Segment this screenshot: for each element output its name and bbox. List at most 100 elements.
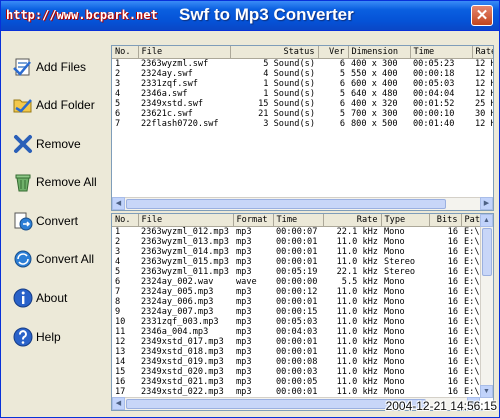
table-row[interactable]: 6 2324ay_002.wav wave 00:00:00 5.5 kHz Mono 16… [112,276,493,287]
table-cell: 15 Sound(s) [258,98,315,109]
table-cell: 16 [447,296,458,307]
scroll-down-button[interactable]: ▼ [480,385,493,398]
column-header[interactable]: Format [233,214,274,227]
scroll-left-button[interactable]: ◀ [112,197,125,210]
table-cell: 16 [447,276,458,287]
column-header[interactable]: No. [112,214,139,227]
table-cell: Mono [384,326,405,337]
table-cell: 00:00:05 [276,376,318,387]
table-cell: 2363wyzml_012.mp3 [141,226,229,237]
table-row[interactable]: 1 2363wyzml_012.mp3 mp3 00:00:07 22.1 kHz Mon… [112,226,493,237]
table-cell: 6 [339,58,345,69]
column-header[interactable]: Time [410,46,473,59]
scroll-left-button[interactable]: ◀ [112,397,125,410]
table-cell: 00:00:12 [276,286,318,297]
table-cell: Mono [384,236,405,247]
scroll-right-button[interactable]: ▶ [480,197,493,210]
scroll-up-button[interactable]: ▲ [480,214,493,227]
convert-button[interactable]: Convert [3,205,105,237]
swf-file-list[interactable]: No.FileStatusVerDimensionTimeRate 1 2363w… [111,45,494,211]
table-row[interactable]: 9 2324ay_007.mp3 mp3 00:00:15 11.0 kHz Mono 16… [112,307,493,317]
table-row[interactable]: 3 2363wyzml_014.mp3 mp3 00:00:01 11.0 kHz Mon… [112,247,493,257]
table-cell: 2324ay_006.mp3 [141,296,214,307]
table-cell: 12 Hz [475,118,493,129]
column-header[interactable]: Dimension [348,46,411,59]
table-cell: mp3 [236,326,252,337]
table-cell: 16 [447,366,458,377]
table-cell: 16 [447,266,458,277]
table-cell: mp3 [236,356,252,367]
column-header[interactable]: File [138,46,231,59]
table-row[interactable]: 14 2349xstd_019.mp3 mp3 00:00:08 11.0 kHz Mon… [112,356,493,367]
column-header[interactable]: Rate [472,46,493,59]
table-cell: Mono [384,336,405,347]
table-row[interactable]: 1 2363wyzml.swf 5 Sound(s) 6 400 x 300 00:05:… [112,58,493,69]
help-button[interactable]: Help [3,321,105,353]
table-cell: 2363wyzml_011.mp3 [141,266,229,277]
table-cell: 6 [339,118,345,129]
table-cell: Mono [384,386,405,397]
table-row[interactable]: 11 2346a_004.mp3 mp3 00:04:03 11.0 kHz Mono 16… [112,326,493,337]
table-cell: 2349xstd_018.mp3 [141,346,224,357]
column-header[interactable]: Status [230,46,319,59]
table-cell: 6 [339,78,345,89]
table-row[interactable]: 4 2363wyzml_015.mp3 mp3 00:00:01 11.0 kHz Ste… [112,256,493,267]
table-row[interactable]: 5 2349xstd.swf 15 Sound(s) 6 400 x 320 00:01:… [112,98,493,109]
table-row[interactable]: 13 2349xstd_018.mp3 mp3 00:00:01 11.0 kHz Mon… [112,346,493,357]
table-cell: 17 [115,386,126,397]
scroll-thumb[interactable] [482,228,492,276]
table-row[interactable]: 2 2363wyzml_013.mp3 mp3 00:00:01 11.0 kHz Mon… [112,236,493,247]
mp3-list-vertical-scrollbar[interactable]: ▲ ▼ [480,214,493,398]
column-header[interactable]: Rate [323,214,382,227]
watermark-url: http://www.bcpark.net [6,8,158,22]
column-header[interactable]: Ver [318,46,349,59]
table-cell: 12 Hz [475,58,493,69]
about-button[interactable]: About [3,282,105,314]
table-row[interactable]: 15 2349xstd_020.mp3 mp3 00:00:03 11.0 kHz Mon… [112,366,493,377]
table-row[interactable]: 4 2346a.swf 1 Sound(s) 5 640 x 480 00:04:04 12… [112,89,493,99]
table-row[interactable]: 2 2324ay.swf 4 Sound(s) 5 550 x 400 00:00:18 1… [112,69,493,79]
table-cell: 22.1 kHz [336,266,378,277]
column-header[interactable]: Bits [429,214,462,227]
table-row[interactable]: 12 2349xstd_017.mp3 mp3 00:00:01 11.0 kHz Mon… [112,336,493,347]
table-row[interactable]: 8 2324ay_006.mp3 mp3 00:00:01 11.0 kHz Mono 16… [112,296,493,307]
table-row[interactable]: 16 2349xstd_021.mp3 mp3 00:00:05 11.0 kHz Mon… [112,376,493,387]
table-cell: 00:01:40 [413,118,455,129]
table-cell: 2349xstd_022.mp3 [141,386,224,397]
table-cell: 700 x 300 [351,108,398,119]
sidebar-item-label: Convert All [36,252,95,266]
title-bar[interactable]: http://www.bcpark.net Swf to Mp3 Convert… [1,1,499,31]
column-header[interactable]: Time [273,214,324,227]
scroll-thumb[interactable] [126,399,426,409]
table-row[interactable]: 6 23621c.swf 21 Sound(s) 5 700 x 300 00:00:10… [112,108,493,119]
swf-list-horizontal-scrollbar[interactable]: ◀ ▶ [112,197,493,210]
table-cell: Mono [384,316,405,327]
table-cell: Mono [384,286,405,297]
convert-all-button[interactable]: Convert All [3,243,105,275]
table-row[interactable]: 17 2349xstd_022.mp3 mp3 00:00:01 11.0 kHz Mon… [112,386,493,397]
table-cell: Mono [384,376,405,387]
table-cell: 400 x 300 [351,58,398,69]
add-files-button[interactable]: Add Files [3,51,105,83]
table-row[interactable]: 7 2324ay_005.mp3 mp3 00:00:12 11.0 kHz Mono 16… [112,286,493,297]
table-cell: 5 [115,98,121,109]
table-cell: 00:00:03 [276,366,318,377]
close-button[interactable]: ✕ [471,5,493,26]
table-row[interactable]: 3 2331zqf.swf 1 Sound(s) 6 600 x 400 00:05:03… [112,78,493,89]
mp3-file-list[interactable]: No. File Format Time Rate Type Bits Path 1 2363w… [111,213,494,411]
sidebar-item-label: Help [36,330,61,344]
table-cell: mp3 [236,256,252,267]
column-header[interactable]: Type [381,214,430,227]
scroll-thumb[interactable] [126,199,446,209]
sidebar: Add Files Add Folder Remove Remove All C… [3,41,105,411]
column-header[interactable]: No. [112,46,139,59]
column-header[interactable]: File [138,214,234,227]
table-row[interactable]: 5 2363wyzml_011.mp3 mp3 00:05:19 22.1 kHz Ste… [112,266,493,277]
add-folder-button[interactable]: Add Folder [3,89,105,121]
table-cell: 800 x 500 [351,118,398,129]
table-row[interactable]: 7 22flash0720.swf 3 Sound(s) 6 800 x 500 00:0… [112,118,493,129]
remove-button[interactable]: Remove [3,128,105,160]
table-cell: 13 [115,346,126,357]
remove-all-button[interactable]: Remove All [3,166,105,198]
table-row[interactable]: 10 2331zqf_003.mp3 mp3 00:05:03 11.0 kHz Mono… [112,316,493,327]
